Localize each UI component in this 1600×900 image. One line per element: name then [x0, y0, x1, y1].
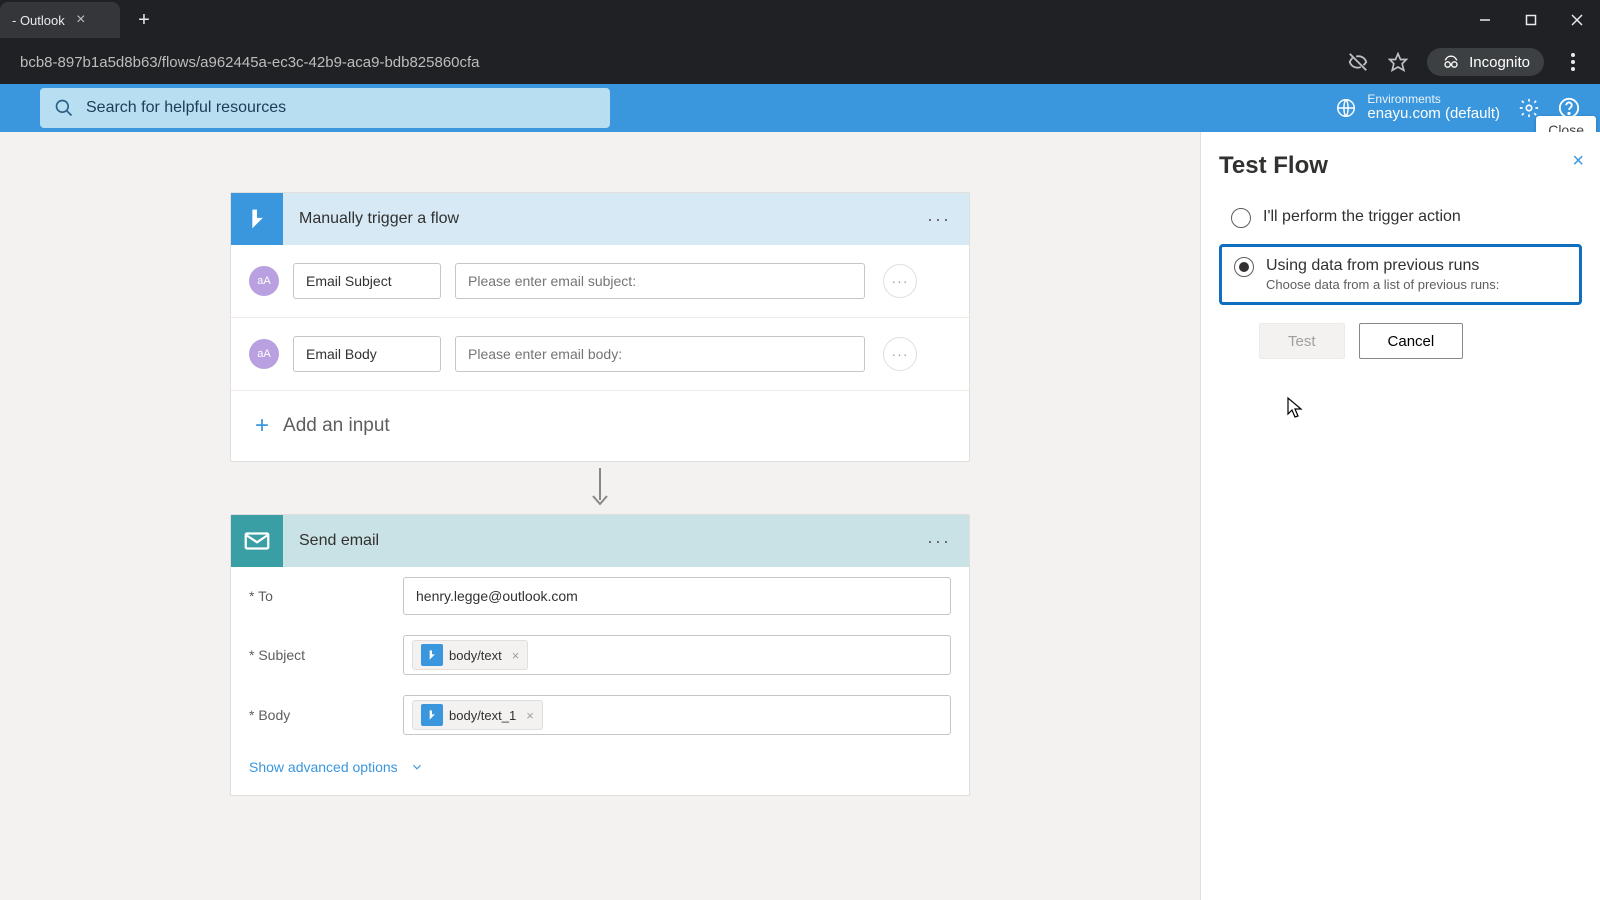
token-remove-icon[interactable]: ×	[522, 708, 534, 723]
show-advanced-toggle[interactable]: Show advanced options	[231, 745, 969, 795]
mail-icon	[231, 515, 283, 567]
radio-option-manual[interactable]: I'll perform the trigger action	[1219, 198, 1582, 238]
test-flow-panel: Test Flow × I'll perform the trigger act…	[1200, 132, 1600, 900]
flow-canvas: Manually trigger a flow ··· aA Email Sub…	[0, 132, 1200, 900]
maximize-icon[interactable]	[1508, 0, 1554, 40]
incognito-badge[interactable]: Incognito	[1427, 48, 1544, 76]
param-more-icon[interactable]: ···	[883, 264, 917, 298]
flow-token-icon	[421, 704, 443, 726]
address-bar[interactable]: bcb8-897b1a5d8b63/flows/a962445a-ec3c-42…	[8, 47, 1339, 77]
connector-arrow	[588, 462, 612, 514]
dynamic-token[interactable]: body/text_1 ×	[412, 700, 543, 730]
environment-label: Environments	[1367, 93, 1500, 106]
address-bar-row: bcb8-897b1a5d8b63/flows/a962445a-ec3c-42…	[0, 40, 1600, 84]
action-card-header[interactable]: Send email ···	[231, 515, 969, 567]
subject-label: * Subject	[249, 647, 389, 663]
radio-label: Using data from previous runs	[1266, 257, 1499, 275]
close-icon[interactable]: ×	[73, 12, 89, 28]
dynamic-token[interactable]: body/text ×	[412, 640, 528, 670]
search-icon	[54, 98, 74, 118]
param-input-subject[interactable]	[455, 263, 865, 299]
browser-tab-strip: - Outlook × +	[0, 0, 1600, 40]
eye-off-icon[interactable]	[1347, 51, 1369, 73]
cancel-button[interactable]: Cancel	[1359, 323, 1464, 359]
trigger-card-header[interactable]: Manually trigger a flow ···	[231, 193, 969, 245]
radio-sublabel: Choose data from a list of previous runs…	[1266, 277, 1499, 292]
card-more-icon[interactable]: ···	[919, 521, 959, 561]
token-text: body/text_1	[449, 708, 516, 723]
radio-icon	[1231, 208, 1251, 228]
flow-trigger-icon	[231, 193, 283, 245]
incognito-label: Incognito	[1469, 54, 1530, 71]
radio-label: I'll perform the trigger action	[1263, 208, 1461, 226]
plus-icon: +	[255, 412, 269, 440]
chevron-down-icon	[410, 760, 424, 774]
add-input-button[interactable]: + Add an input	[231, 391, 969, 461]
close-window-icon[interactable]	[1554, 0, 1600, 40]
environment-name: enayu.com (default)	[1367, 106, 1500, 123]
to-value: henry.legge@outlook.com	[412, 584, 582, 608]
field-row-body: * Body body/text_1 ×	[231, 685, 969, 745]
test-button: Test	[1259, 323, 1345, 359]
trigger-card-title: Manually trigger a flow	[283, 210, 919, 228]
flow-token-icon	[421, 644, 443, 666]
tab-title: - Outlook	[12, 13, 65, 28]
show-advanced-label: Show advanced options	[249, 759, 398, 775]
param-more-icon[interactable]: ···	[883, 337, 917, 371]
add-input-label: Add an input	[283, 415, 390, 437]
text-type-icon: aA	[249, 339, 279, 369]
search-placeholder: Search for helpful resources	[86, 99, 286, 117]
field-row-to: * To henry.legge@outlook.com	[231, 567, 969, 625]
field-row-subject: * Subject body/text ×	[231, 625, 969, 685]
param-label[interactable]: Email Body	[293, 336, 441, 372]
to-field[interactable]: henry.legge@outlook.com	[403, 577, 951, 615]
subject-field[interactable]: body/text ×	[403, 635, 951, 675]
trigger-param-row: aA Email Body ···	[231, 318, 969, 391]
text-type-icon: aA	[249, 266, 279, 296]
panel-close-icon[interactable]: ×	[1572, 150, 1584, 173]
trigger-param-row: aA Email Subject ···	[231, 245, 969, 318]
param-input-body[interactable]	[455, 336, 865, 372]
radio-icon	[1234, 257, 1254, 277]
browser-tab[interactable]: - Outlook ×	[0, 2, 120, 38]
body-label: * Body	[249, 707, 389, 723]
star-icon[interactable]	[1387, 51, 1409, 73]
search-input[interactable]: Search for helpful resources	[40, 88, 610, 128]
new-tab-button[interactable]: +	[130, 6, 158, 34]
action-card-title: Send email	[283, 532, 919, 550]
window-controls	[1462, 0, 1600, 40]
param-label[interactable]: Email Subject	[293, 263, 441, 299]
minimize-icon[interactable]	[1462, 0, 1508, 40]
to-label: * To	[249, 588, 389, 604]
url-text: bcb8-897b1a5d8b63/flows/a962445a-ec3c-42…	[20, 54, 480, 71]
globe-icon	[1335, 97, 1357, 119]
trigger-card: Manually trigger a flow ··· aA Email Sub…	[230, 192, 970, 462]
environment-picker[interactable]: Environments enayu.com (default)	[1335, 93, 1500, 123]
token-text: body/text	[449, 648, 502, 663]
card-more-icon[interactable]: ···	[919, 199, 959, 239]
app-header: Search for helpful resources Environment…	[0, 84, 1600, 132]
incognito-icon	[1441, 52, 1461, 72]
body-field[interactable]: body/text_1 ×	[403, 695, 951, 735]
browser-menu-icon[interactable]	[1562, 51, 1584, 73]
token-remove-icon[interactable]: ×	[508, 648, 520, 663]
panel-title: Test Flow	[1219, 152, 1582, 180]
radio-option-previous-runs[interactable]: Using data from previous runs Choose dat…	[1219, 244, 1582, 305]
action-card: Send email ··· * To henry.legge@outlook.…	[230, 514, 970, 796]
